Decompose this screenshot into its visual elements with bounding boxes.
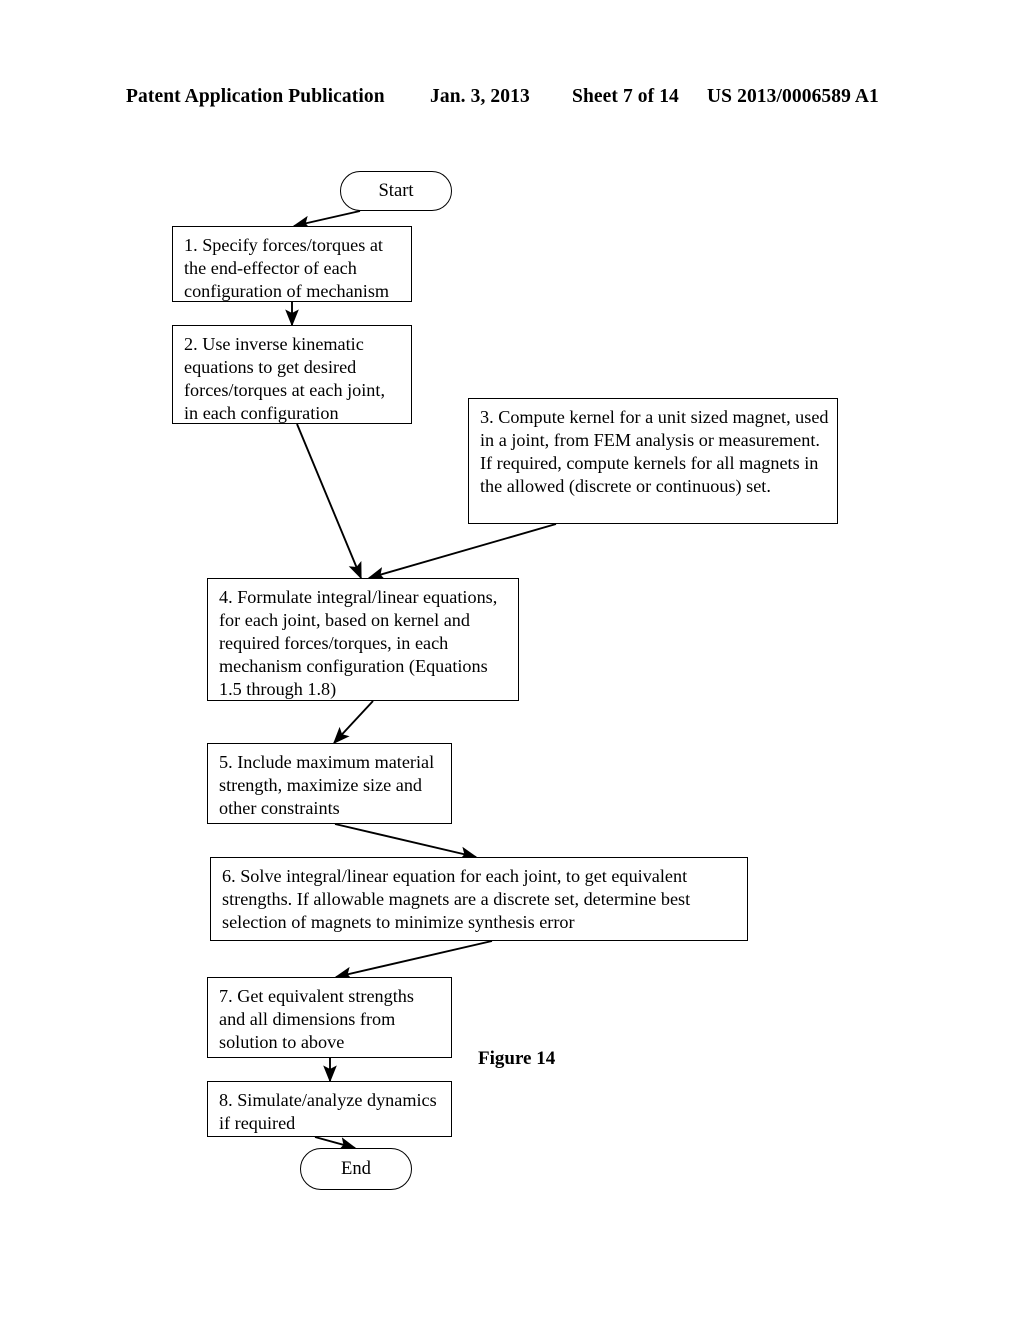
connector-step5-to-step6 — [334, 823, 478, 861]
figure-caption: Figure 14 — [478, 1048, 556, 1069]
flowchart-node-step8: 8. Simulate/analyze dynamics if required — [207, 1081, 452, 1137]
flowchart-node-step6: 6. Solve integral/linear equation for ea… — [210, 857, 748, 941]
connector-start-to-step1 — [292, 210, 361, 230]
flowchart-start-terminator: Start — [340, 171, 452, 211]
flowchart-node-step2: 2. Use inverse kinematic equations to ge… — [172, 325, 412, 424]
flowchart-node-step1: 1. Specify forces/torques at the end-eff… — [172, 226, 412, 302]
flowchart-node-step3: 3. Compute kernel for a unit sized magne… — [468, 398, 838, 524]
connector-step6-to-step7 — [334, 940, 493, 981]
flowchart-node-step5: 5. Include maximum material strength, ma… — [207, 743, 452, 824]
connector-step4-to-step5 — [332, 700, 374, 745]
connector-step2-to-step4 — [296, 423, 362, 580]
end-label: End — [341, 1158, 371, 1179]
start-label: Start — [378, 180, 414, 201]
connector-step3-to-step4 — [367, 523, 557, 581]
connector-step8-to-end — [314, 1136, 357, 1151]
flowchart-node-step7: 7. Get equivalent strengths and all dime… — [207, 977, 452, 1058]
flowchart-end-terminator: End — [300, 1148, 412, 1190]
flowchart-node-step4: 4. Formulate integral/linear equations, … — [207, 578, 519, 701]
flowchart-diagram: Start 1. Specify forces/torques at the e… — [0, 0, 1024, 1320]
